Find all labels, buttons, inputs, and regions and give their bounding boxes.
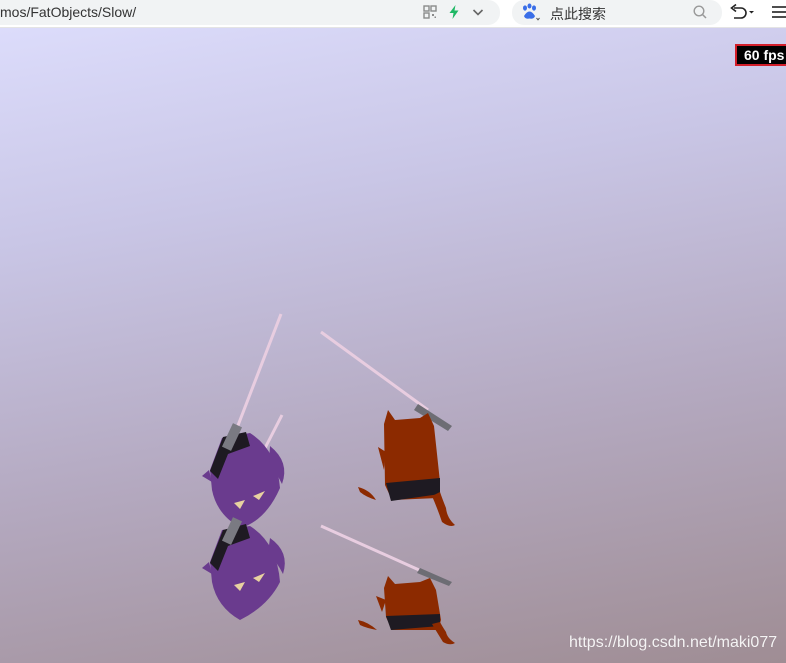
webgl-canvas[interactable]: 60 fps https://blog.csdn.net/maki077: [0, 28, 786, 663]
search-box[interactable]: 点此搜索: [512, 0, 722, 25]
lightsaber-beam: [235, 313, 283, 429]
creature-tail: [432, 622, 455, 645]
orange-creature-top: [320, 330, 455, 526]
search-icon[interactable]: [692, 4, 708, 20]
lightsaber-beam: [320, 524, 429, 576]
menu-icon[interactable]: [770, 4, 786, 20]
creature-foot: [358, 487, 376, 500]
chevron-down-icon[interactable]: [470, 4, 486, 20]
url-text[interactable]: mos/FatObjects/Slow/: [0, 4, 136, 20]
purple-creature-bottom: [202, 517, 285, 620]
creature-foot: [358, 620, 377, 630]
lightning-icon[interactable]: [446, 4, 462, 20]
search-input[interactable]: 点此搜索: [550, 4, 606, 24]
watermark: https://blog.csdn.net/maki077: [569, 634, 778, 651]
lightsaber-beam: [320, 330, 429, 412]
creature-arm: [376, 596, 386, 612]
baidu-paw-icon[interactable]: [520, 3, 540, 22]
fps-counter: 60 fps: [735, 44, 786, 66]
creature-tail: [432, 492, 455, 526]
scene-drawing: [202, 313, 455, 645]
qr-code-icon[interactable]: [422, 4, 438, 20]
address-bar[interactable]: mos/FatObjects/Slow/: [0, 0, 500, 25]
purple-creature-top: [202, 313, 285, 528]
orange-creature-bottom: [320, 524, 455, 645]
undo-icon[interactable]: [728, 3, 756, 21]
lightsaber-beam: [261, 414, 284, 453]
browser-toolbar: mos/FatObjects/Slow/ 点此搜索: [0, 0, 786, 28]
